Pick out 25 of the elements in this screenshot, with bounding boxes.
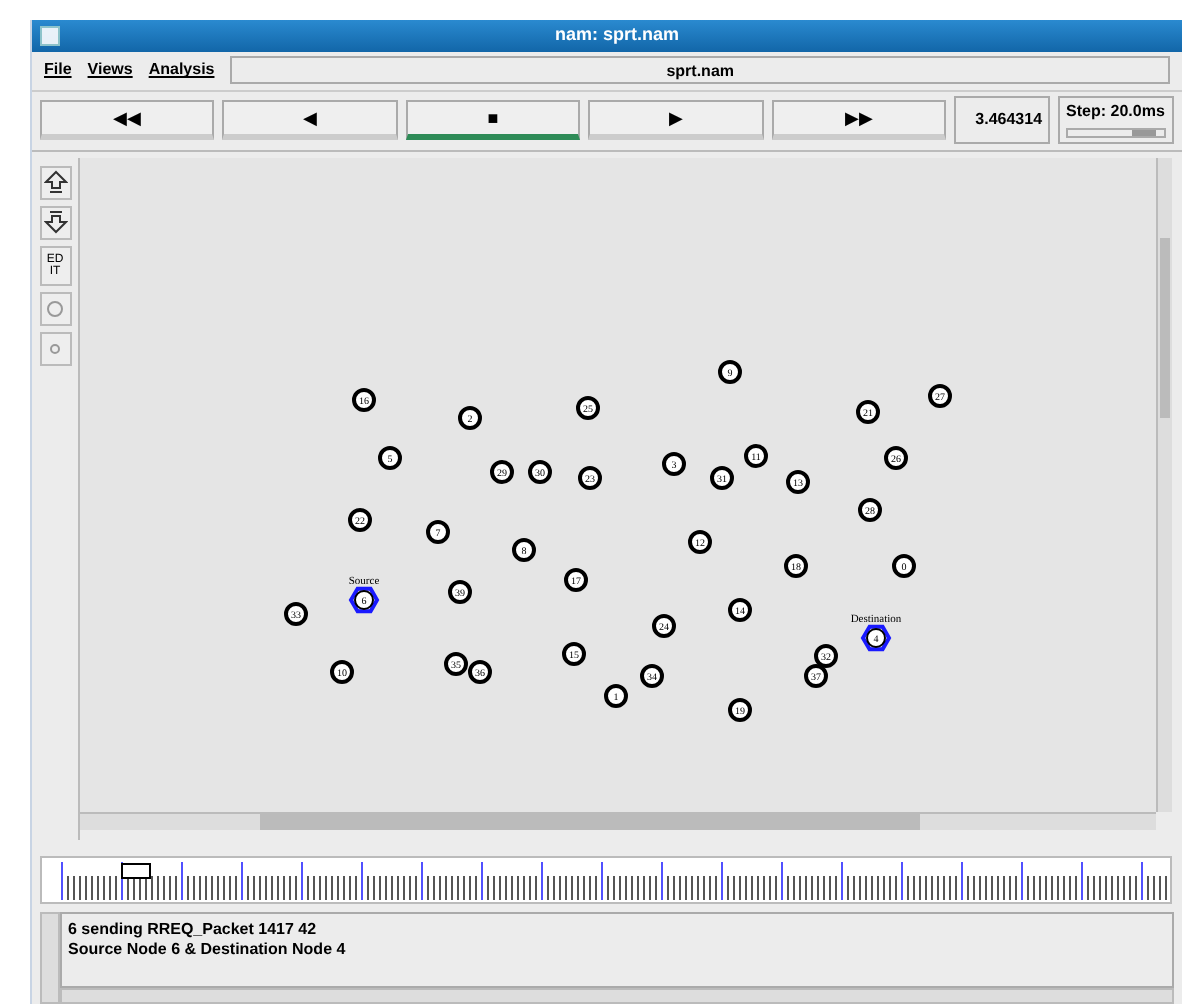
step-slider-thumb[interactable] xyxy=(1132,130,1157,137)
playback-button[interactable]: ▶▶ xyxy=(771,100,947,141)
playback-button[interactable]: ▶ xyxy=(588,100,764,141)
playback-button[interactable]: ◀ xyxy=(222,100,398,141)
log-scrollbar[interactable] xyxy=(40,912,60,1004)
window-menu-icon[interactable] xyxy=(40,25,60,46)
playback-button[interactable]: ■ xyxy=(405,100,581,141)
time-display: 3.464314 xyxy=(954,96,1051,145)
menu-item[interactable]: File xyxy=(44,58,72,83)
vertical-scrollbar[interactable] xyxy=(1156,157,1172,812)
circle-tool-icon[interactable] xyxy=(39,291,71,326)
log-horizontal-scrollbar[interactable] xyxy=(60,988,1174,1004)
timeline-drawing[interactable] xyxy=(40,856,1172,905)
window-title: nam: sprt.nam xyxy=(552,22,681,49)
menu-item[interactable]: Views xyxy=(87,58,133,83)
zoom-out-icon[interactable] xyxy=(39,205,71,240)
file-name-field: sprt.nam xyxy=(230,56,1170,85)
step-control[interactable]: Step: 20.0ms xyxy=(1058,96,1175,145)
log-line: Source Node 6 & Destination Node 4 xyxy=(68,940,348,961)
zoom-in-icon[interactable] xyxy=(39,165,71,200)
step-label: Step: 20.0ms xyxy=(1066,100,1167,125)
menu-item[interactable]: Analysis xyxy=(148,58,215,83)
log-line: 6 sending RREQ_Packet 1417 42 xyxy=(68,920,319,941)
dot-tool-icon[interactable] xyxy=(39,331,71,366)
playback-button[interactable]: ◀◀ xyxy=(40,100,215,141)
